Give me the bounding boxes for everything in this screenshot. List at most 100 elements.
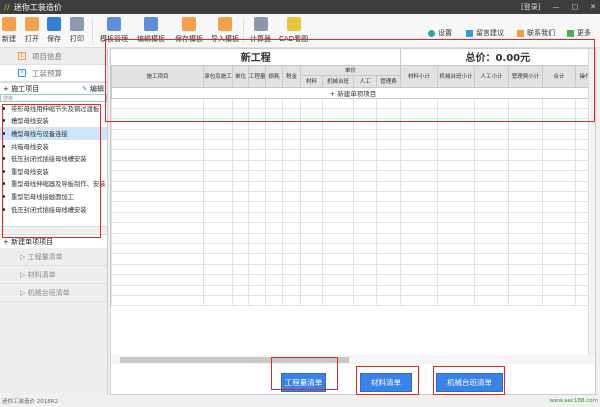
table-cell[interactable] (111, 190, 204, 203)
table-cell[interactable] (474, 149, 510, 161)
table-cell[interactable] (203, 222, 233, 234)
table-cell[interactable] (474, 170, 510, 182)
table-cell[interactable] (437, 211, 476, 224)
table-cell[interactable] (508, 211, 544, 224)
table-cell[interactable] (300, 190, 323, 203)
table-cell[interactable] (508, 201, 544, 213)
table-cell[interactable] (282, 97, 301, 109)
table-cell[interactable] (203, 294, 233, 307)
table-cell[interactable] (322, 149, 354, 161)
table-cell[interactable] (400, 170, 439, 182)
material-list-button[interactable]: 材料清单 (360, 373, 412, 392)
table-cell[interactable] (322, 201, 354, 213)
table-cell[interactable] (265, 118, 283, 130)
table-cell[interactable] (111, 253, 204, 265)
table-cell[interactable] (300, 222, 323, 234)
table-cell[interactable] (474, 107, 510, 120)
table-cell[interactable] (111, 201, 204, 213)
vertical-scrollbar[interactable] (588, 49, 595, 355)
table-cell[interactable] (375, 242, 402, 255)
table-cell[interactable] (232, 180, 249, 193)
table-cell[interactable] (375, 190, 402, 203)
table-cell[interactable] (265, 128, 283, 141)
table-cell[interactable] (437, 107, 476, 120)
list-item[interactable]: 低压封闭式插接母线槽安装 (0, 152, 107, 165)
table-cell[interactable] (437, 118, 476, 130)
sidebar-item-project-info[interactable]: E 项目信息 (0, 48, 107, 65)
save-button[interactable]: 保存 (47, 17, 61, 44)
table-cell[interactable] (322, 253, 354, 265)
list-item[interactable]: 低压封闭式插接母线槽安装 (0, 203, 107, 216)
table-cell[interactable] (437, 190, 476, 203)
table-cell[interactable] (322, 180, 354, 193)
minimize-icon[interactable]: — (553, 0, 560, 14)
table-cell[interactable] (203, 118, 233, 130)
table-cell[interactable] (322, 294, 354, 307)
table-cell[interactable] (400, 97, 439, 109)
table-cell[interactable] (265, 149, 283, 161)
table-cell[interactable] (437, 263, 476, 276)
table-cell[interactable] (400, 107, 439, 120)
table-cell[interactable] (111, 222, 204, 234)
table-cell[interactable] (375, 159, 402, 172)
close-icon[interactable]: ✕ (590, 0, 596, 14)
table-cell[interactable] (353, 232, 377, 244)
table-cell[interactable] (542, 149, 577, 161)
cad-button[interactable]: CAD看图 (279, 17, 308, 44)
table-cell[interactable] (474, 242, 510, 255)
table-cell[interactable] (474, 139, 510, 151)
table-cell[interactable] (542, 242, 577, 255)
table-cell[interactable] (232, 190, 249, 203)
table-cell[interactable] (282, 149, 301, 161)
table-cell[interactable] (353, 274, 377, 286)
table-cell[interactable] (474, 284, 510, 296)
sidebar-item-machine-list[interactable]: ▷ 机械台班清单 (0, 284, 107, 302)
more-button[interactable]: 更多 (567, 28, 591, 38)
table-cell[interactable] (508, 242, 544, 255)
table-cell[interactable] (353, 242, 377, 255)
table-cell[interactable] (400, 159, 439, 172)
table-cell[interactable] (322, 222, 354, 234)
table-cell[interactable] (282, 170, 301, 182)
table-cell[interactable] (265, 294, 283, 307)
table-cell[interactable] (232, 201, 249, 213)
table-cell[interactable] (474, 211, 510, 224)
table-cell[interactable] (265, 253, 283, 265)
table-cell[interactable] (282, 107, 301, 120)
table-cell[interactable] (111, 170, 204, 182)
list-item[interactable]: 重型母线伸缩器及导板制作、安装 (0, 178, 107, 191)
table-cell[interactable] (203, 170, 233, 182)
table-cell[interactable] (508, 180, 544, 193)
table-cell[interactable] (542, 232, 577, 244)
table-cell[interactable] (437, 139, 476, 151)
table-cell[interactable] (353, 284, 377, 296)
table-cell[interactable] (300, 159, 323, 172)
table-cell[interactable] (111, 118, 204, 130)
table-cell[interactable] (232, 159, 249, 172)
table-cell[interactable] (111, 274, 204, 286)
table-cell[interactable] (400, 180, 439, 193)
table-cell[interactable] (248, 118, 266, 130)
table-cell[interactable] (203, 180, 233, 193)
table-cell[interactable] (353, 159, 377, 172)
table-cell[interactable] (437, 201, 476, 213)
save-template-button[interactable]: 保存模板 (175, 17, 203, 44)
table-cell[interactable] (248, 211, 266, 224)
table-cell[interactable] (203, 284, 233, 296)
table-cell[interactable] (474, 274, 510, 286)
table-cell[interactable] (508, 232, 544, 244)
table-cell[interactable] (300, 211, 323, 224)
table-cell[interactable] (375, 107, 402, 120)
table-cell[interactable] (300, 149, 323, 161)
login-link[interactable]: [登录] (521, 0, 540, 14)
table-cell[interactable] (322, 274, 354, 286)
list-item[interactable]: 带形母线用伸缩节头及铜过渡板 (0, 102, 107, 115)
table-cell[interactable] (203, 263, 233, 276)
table-cell[interactable] (474, 263, 510, 276)
table-cell[interactable] (400, 118, 439, 130)
feedback-button[interactable]: 留言建议 (466, 28, 504, 38)
table-cell[interactable] (111, 107, 204, 120)
table-cell[interactable] (542, 253, 577, 265)
table-cell[interactable] (375, 294, 402, 307)
table-cell[interactable] (282, 242, 301, 255)
